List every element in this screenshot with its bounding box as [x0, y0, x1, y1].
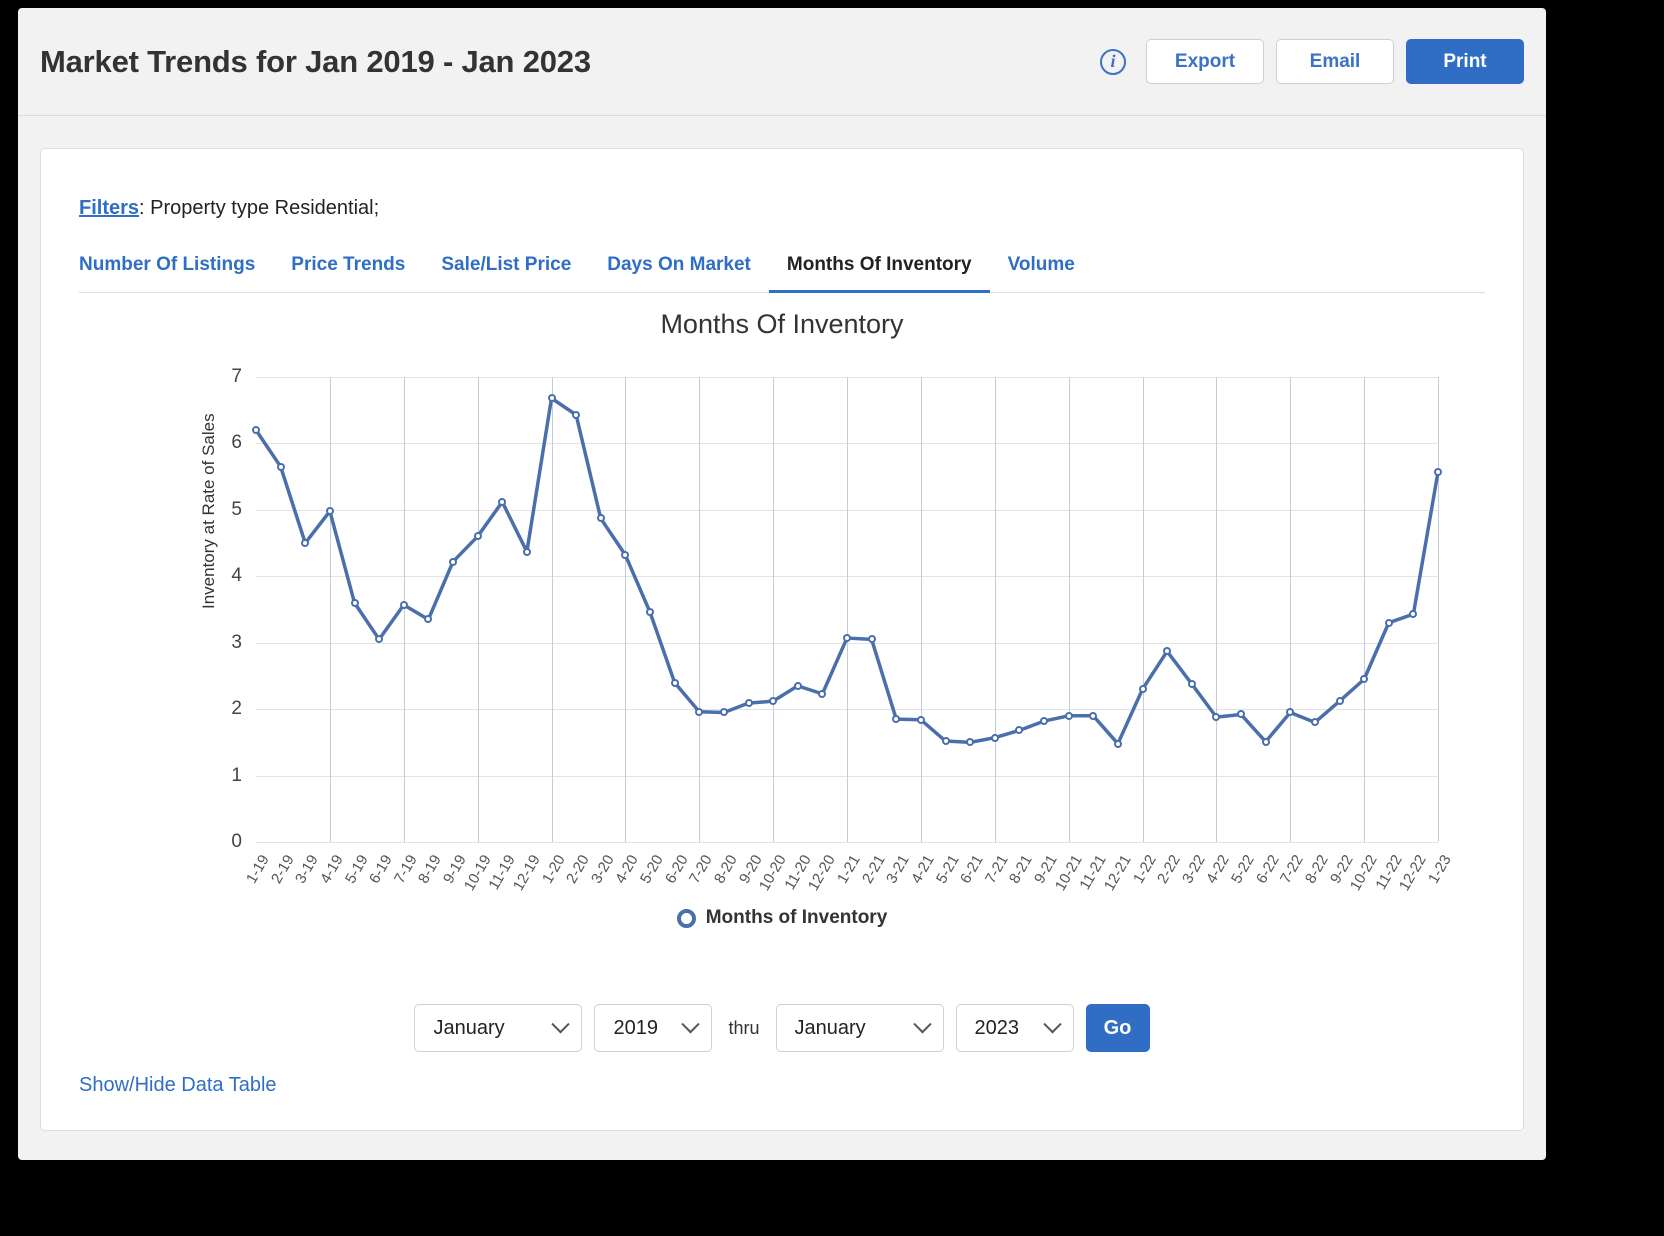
chevron-down-icon	[1042, 1014, 1062, 1033]
data-point[interactable]	[1434, 467, 1442, 476]
page-title: Market Trends for Jan 2019 - Jan 2023	[40, 43, 591, 79]
data-point[interactable]	[1384, 618, 1393, 627]
chevron-down-icon	[681, 1014, 701, 1033]
data-point[interactable]	[399, 600, 408, 609]
y-axis-tick-label: 2	[231, 698, 242, 720]
data-point[interactable]	[572, 410, 581, 419]
chart-container: Months Of Inventory Inventory at Rate of…	[41, 309, 1523, 949]
chevron-down-icon	[912, 1014, 932, 1033]
filters-summary: : Property type Residential;	[139, 197, 380, 219]
filters-link[interactable]: Filters	[79, 197, 139, 219]
tab-price-trends[interactable]: Price Trends	[273, 244, 423, 293]
data-point[interactable]	[793, 681, 802, 690]
y-axis-tick-label: 1	[231, 764, 242, 786]
end-year-select[interactable]: 2023	[955, 1004, 1074, 1052]
email-button[interactable]: Email	[1276, 39, 1394, 84]
y-axis-tick-label: 5	[231, 498, 242, 520]
end-month-select[interactable]: January	[775, 1004, 944, 1052]
data-point[interactable]	[1187, 679, 1196, 688]
data-point[interactable]	[1138, 685, 1147, 694]
y-axis-tick-label: 4	[231, 565, 242, 587]
legend-marker-icon	[676, 908, 696, 928]
thru-label: thru	[728, 1017, 760, 1038]
data-point[interactable]	[744, 699, 753, 708]
tab-days-on-market[interactable]: Days On Market	[589, 244, 769, 293]
y-axis-tick-label: 3	[231, 631, 242, 653]
data-point[interactable]	[276, 462, 285, 471]
start-month-value: January	[433, 1016, 505, 1039]
plot-area: 0 1 2 3 4 5 6 7 1-19 2-19 3-19 4-19 5-19 6-19 7-19 8-19…	[231, 366, 1454, 894]
y-axis-tick-label: 7	[231, 366, 242, 387]
data-point[interactable]	[1335, 697, 1344, 706]
data-point[interactable]	[1113, 739, 1122, 748]
data-point[interactable]	[1064, 711, 1073, 720]
legend-label: Months of Inventory	[705, 907, 888, 928]
info-icon[interactable]: i	[1100, 48, 1126, 75]
series-line	[254, 396, 1440, 746]
data-point[interactable]	[1089, 711, 1098, 720]
start-month-select[interactable]: January	[414, 1004, 583, 1052]
end-month-value: January	[794, 1016, 866, 1039]
tab-sale-list-price[interactable]: Sale/List Price	[423, 244, 589, 293]
header-actions: i Export Email Print	[1100, 39, 1524, 84]
data-point[interactable]	[325, 507, 334, 516]
filters-line: Filters: Property type Residential;	[41, 149, 1523, 220]
y-axis-tick-label: 6	[231, 432, 242, 454]
x-gridline	[1438, 377, 1439, 842]
tab-months-of-inventory[interactable]: Months Of Inventory	[768, 244, 990, 293]
export-button[interactable]: Export	[1146, 39, 1264, 84]
page-header: Market Trends for Jan 2019 - Jan 2023 i …	[18, 8, 1546, 116]
data-point[interactable]	[350, 598, 359, 607]
y-gridline: 0	[231, 831, 1438, 852]
data-point[interactable]	[941, 737, 950, 746]
y-axis-tick-label: 0	[231, 831, 242, 852]
start-year-value: 2019	[613, 1016, 658, 1039]
chart-legend: Months of Inventory	[41, 907, 1523, 929]
market-trends-window: Market Trends for Jan 2019 - Jan 2023 i …	[18, 8, 1546, 1160]
tab-number-of-listings[interactable]: Number Of Listings	[79, 244, 273, 293]
report-card: Filters: Property type Residential; Numb…	[40, 148, 1524, 1131]
data-point[interactable]	[547, 394, 556, 403]
tab-volume[interactable]: Volume	[990, 244, 1093, 293]
print-button[interactable]: Print	[1406, 39, 1524, 84]
data-point[interactable]	[990, 733, 999, 742]
data-point[interactable]	[670, 678, 679, 687]
chart-title: Months Of Inventory	[660, 309, 904, 339]
data-point[interactable]	[1261, 737, 1270, 746]
data-point[interactable]	[916, 715, 925, 724]
date-range-controls: January 2019 thru January 2023 Go	[41, 1004, 1523, 1052]
chevron-down-icon	[551, 1014, 571, 1033]
data-point[interactable]	[522, 547, 531, 556]
report-tabs: Number Of Listings Price Trends Sale/Lis…	[79, 244, 1485, 293]
show-hide-data-table-link[interactable]: Show/Hide Data Table	[79, 1074, 277, 1097]
data-point[interactable]	[843, 634, 851, 643]
go-button[interactable]: Go	[1085, 1004, 1150, 1052]
start-year-select[interactable]: 2019	[594, 1004, 713, 1052]
y-axis-label: Inventory at Rate of Sales	[199, 413, 218, 609]
data-point[interactable]	[449, 557, 457, 566]
end-year-value: 2023	[974, 1016, 1020, 1039]
